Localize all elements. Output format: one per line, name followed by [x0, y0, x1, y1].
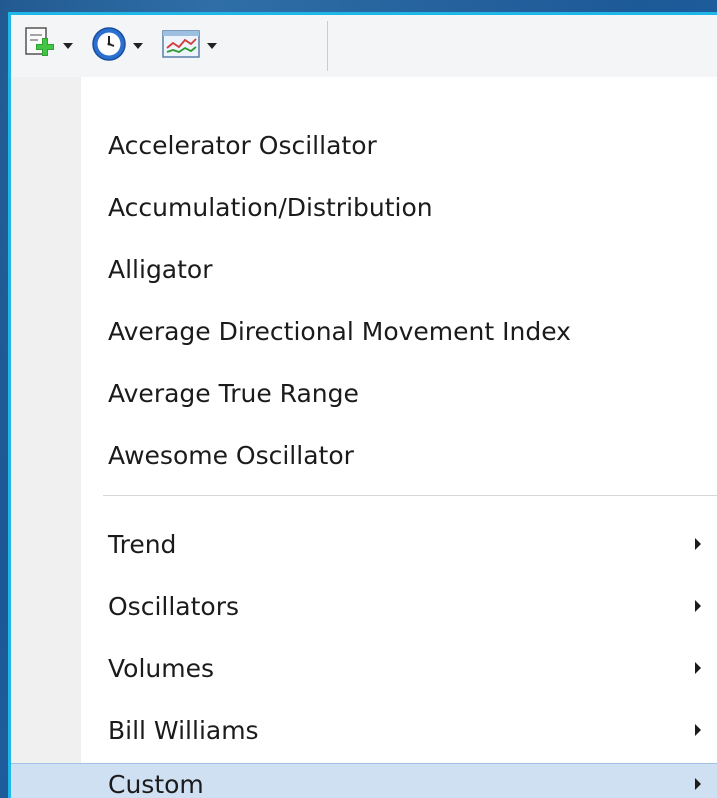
- menu-item-average-directional-movement-index[interactable]: Average Directional Movement Index: [11, 306, 717, 356]
- indicators-icon: [161, 28, 201, 64]
- menu-item-label: Alligator: [108, 254, 213, 284]
- chevron-down-icon: [133, 43, 143, 49]
- chevron-down-icon: [63, 43, 73, 49]
- menu-item-trend[interactable]: Trend: [11, 519, 717, 569]
- chevron-down-icon: [207, 43, 217, 49]
- menu-item-label: Bill Williams: [108, 715, 259, 745]
- menu-item-alligator[interactable]: Alligator: [11, 244, 717, 294]
- menu-item-label: Accumulation/Distribution: [108, 192, 433, 222]
- menu-item-label: Average Directional Movement Index: [108, 316, 571, 346]
- menu-item-label: Accelerator Oscillator: [108, 130, 377, 160]
- menu-item-accumulation-distribution[interactable]: Accumulation/Distribution: [11, 182, 717, 232]
- submenu-arrow-icon: [695, 662, 701, 674]
- indicators-button[interactable]: [155, 26, 223, 66]
- menu-item-label: Custom: [108, 769, 204, 798]
- submenu-arrow-icon: [695, 538, 701, 550]
- clock-icon: [91, 26, 127, 66]
- submenu-arrow-icon: [695, 778, 701, 790]
- toolbar-button-group: [11, 21, 328, 71]
- toolbar: [11, 15, 717, 78]
- indicators-menu: Accelerator Oscillator Accumulation/Dist…: [11, 77, 717, 798]
- menu-item-oscillators[interactable]: Oscillators: [11, 581, 717, 631]
- menu-item-accelerator-oscillator[interactable]: Accelerator Oscillator: [11, 120, 717, 170]
- menu-item-label: Oscillators: [108, 591, 240, 621]
- periods-button[interactable]: [85, 26, 149, 66]
- menu-item-label: Awesome Oscillator: [108, 440, 354, 470]
- new-chart-button[interactable]: [17, 26, 79, 66]
- menu-item-label: Trend: [108, 529, 177, 559]
- application-window: Accelerator Oscillator Accumulation/Dist…: [8, 12, 717, 798]
- menu-item-label: Volumes: [108, 653, 215, 683]
- menu-separator: [103, 495, 717, 496]
- submenu-arrow-icon: [695, 600, 701, 612]
- menu-item-awesome-oscillator[interactable]: Awesome Oscillator: [11, 430, 717, 480]
- menu-item-label: Average True Range: [108, 378, 359, 408]
- submenu-arrow-icon: [695, 724, 701, 736]
- menu-item-custom[interactable]: Custom: [11, 763, 717, 798]
- menu-item-average-true-range[interactable]: Average True Range: [11, 368, 717, 418]
- new-chart-icon: [23, 26, 57, 66]
- menu-item-volumes[interactable]: Volumes: [11, 643, 717, 693]
- menu-item-bill-williams[interactable]: Bill Williams: [11, 705, 717, 755]
